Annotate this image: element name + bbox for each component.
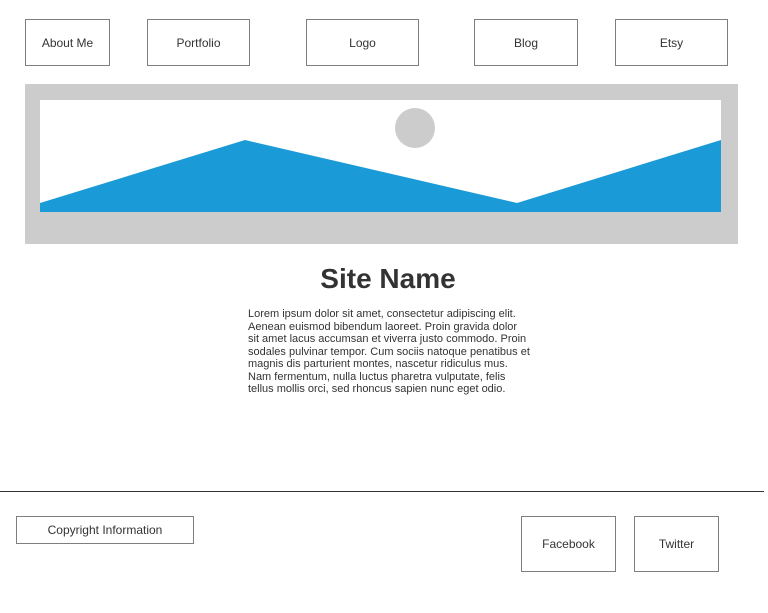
hero-image-frame bbox=[25, 84, 738, 244]
twitter-label: Twitter bbox=[658, 537, 695, 551]
sun-circle bbox=[395, 108, 435, 148]
facebook-label: Facebook bbox=[542, 537, 595, 551]
facebook-button[interactable]: Facebook bbox=[521, 516, 616, 572]
nav-etsy-label: Etsy bbox=[659, 35, 684, 50]
nav-about-me-button[interactable]: About Me bbox=[25, 19, 110, 66]
copyright-label: Copyright Information bbox=[47, 523, 163, 537]
image-placeholder-icon bbox=[40, 100, 721, 212]
nav-blog-label: Blog bbox=[513, 35, 539, 50]
intro-paragraph: Lorem ipsum dolor sit amet, consectetur … bbox=[248, 308, 530, 395]
copyright-box: Copyright Information bbox=[16, 516, 194, 544]
nav-etsy-button[interactable]: Etsy bbox=[615, 19, 728, 66]
nav-about-me-label: About Me bbox=[41, 35, 94, 50]
nav-portfolio-label: Portfolio bbox=[176, 35, 221, 50]
nav-portfolio-button[interactable]: Portfolio bbox=[147, 19, 250, 66]
footer-divider bbox=[0, 491, 764, 492]
nav-blog-button[interactable]: Blog bbox=[474, 19, 578, 66]
site-name-heading: Site Name bbox=[320, 263, 456, 294]
logo-box[interactable]: Logo bbox=[306, 19, 419, 66]
logo-label: Logo bbox=[349, 35, 376, 50]
twitter-button[interactable]: Twitter bbox=[634, 516, 719, 572]
